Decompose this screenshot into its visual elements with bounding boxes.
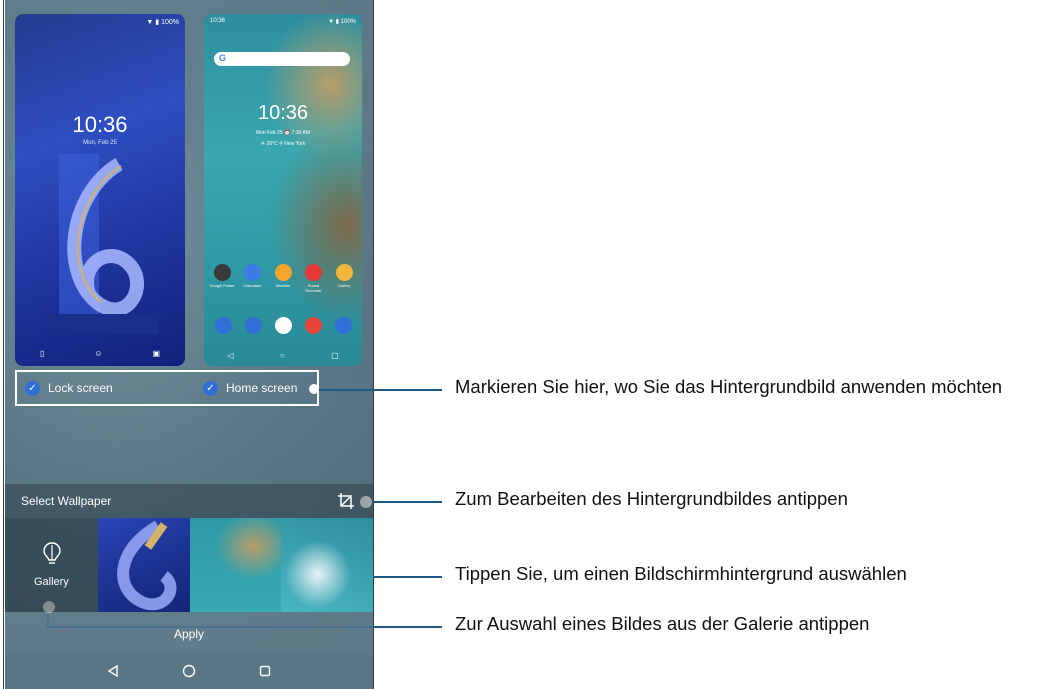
wallpaper-thumbnail[interactable]: [189, 518, 282, 612]
play-store-icon: [274, 317, 292, 334]
callout-edit-wallpaper: Zum Bearbeiten des Hintergrundbildes ant…: [455, 488, 848, 509]
lock-status-bar: ▼ ▮ 100%: [146, 19, 179, 26]
vibrate-icon: ▯: [39, 349, 45, 358]
select-wallpaper-title: Select Wallpaper: [21, 494, 112, 508]
app-weather: Weather: [269, 264, 297, 293]
gallery-label: Gallery: [33, 576, 69, 588]
app-label: Calculator: [243, 283, 262, 288]
app-label: Sound Recorder: [305, 283, 322, 293]
home-screen-label: Home screen: [226, 381, 298, 395]
navigation-bar: [5, 652, 373, 689]
wallpaper-thumbnails: Gallery: [5, 518, 373, 612]
google-search-bar: G: [214, 52, 350, 66]
messages-icon: [244, 317, 262, 334]
camera-icon: [334, 317, 352, 334]
recents-button[interactable]: [258, 664, 272, 678]
callout-line-2: [366, 501, 442, 503]
callout-gallery: Zur Auswahl eines Bildes aus der Galerie…: [455, 613, 870, 634]
gallery-icon: [335, 264, 353, 281]
home-dock: [208, 317, 358, 334]
home-status-time: 10:36: [210, 18, 226, 24]
phone-icon: [214, 317, 232, 334]
lock-screen-preview[interactable]: ▼ ▮ 100% 10:36 Mon, Feb 25 ▯ ☺ ▣: [15, 14, 185, 366]
app-sound-recorder: Sound Recorder: [300, 264, 328, 293]
app-google-folder: Google Folder: [208, 264, 236, 293]
apply-label: Apply: [173, 627, 205, 641]
lock-bottom-bar: ▯ ☺ ▣: [15, 349, 185, 358]
recents-icon: [259, 665, 271, 676]
chrome-icon: [304, 317, 322, 334]
wallpaper-thumbnail[interactable]: [281, 518, 373, 612]
microphone-icon: [305, 264, 322, 281]
app-label: Weather: [275, 283, 291, 288]
home-screen-checkbox[interactable]: ✓ Home screen: [203, 380, 298, 396]
home-screen-preview[interactable]: 10:36 ▼ ▮ 100% G 10:36 Mon Feb 25 ⏰ 7:30…: [204, 14, 362, 366]
apply-target-selector: ✓ Lock screen ✓ Home screen: [15, 370, 319, 406]
gallery-button[interactable]: Gallery: [5, 518, 98, 612]
recents-icon: ▢: [331, 351, 339, 360]
home-date: Mon Feb 25 ⏰ 7:30 AM: [255, 130, 311, 136]
google-logo-icon: G: [219, 53, 227, 63]
app-label: Gallery: [337, 283, 351, 288]
select-wallpaper-bar: Select Wallpaper: [5, 484, 373, 518]
camera-icon: ▣: [152, 349, 161, 358]
app-gallery: Gallery: [330, 264, 358, 293]
home-icon: [182, 664, 196, 677]
home-icon: ○: [279, 351, 285, 360]
checkmark-icon: ✓: [25, 380, 40, 396]
lock-screen-label: Lock screen: [48, 381, 113, 395]
thumbnail-image: [116, 520, 177, 611]
crop-icon[interactable]: [337, 492, 355, 510]
bulb-icon: [43, 542, 61, 564]
callout-apply-target: Markieren Sie hier, wo Sie das Hintergru…: [455, 376, 1003, 397]
home-status-icons: ▼ ▮ 100%: [328, 19, 356, 25]
lock-screen-checkbox[interactable]: ✓ Lock screen: [25, 380, 113, 396]
wallpaper-sculpture-image: [49, 154, 159, 334]
apply-button[interactable]: Apply: [5, 612, 373, 652]
calculator-icon: [244, 264, 261, 281]
callout-choose-wallpaper: Tippen Sie, um einen Bildschirmhintergru…: [455, 563, 907, 584]
folder-icon: [213, 264, 231, 281]
wallpaper-thumbnail[interactable]: [97, 518, 190, 612]
face-unlock-icon: ☺: [94, 349, 103, 358]
home-button[interactable]: [182, 664, 196, 678]
back-button[interactable]: [106, 664, 120, 678]
home-status-bar: 10:36 ▼ ▮ 100%: [210, 18, 356, 25]
phone-screen: ▼ ▮ 100% 10:36 Mon, Feb 25 ▯ ☺ ▣ 10:36 ▼…: [5, 0, 373, 689]
weather-icon: [274, 264, 292, 281]
checkmark-icon: ✓: [203, 380, 218, 396]
home-preview-nav: ◁ ○ ▢: [204, 351, 362, 360]
home-weather: ☀ 26°C ⚲ New York: [260, 141, 306, 147]
lock-date: Mon, Feb 25: [83, 140, 117, 146]
lock-clock: 10:36: [72, 112, 128, 137]
callout-line-1: [314, 389, 442, 391]
app-calculator: Calculator: [239, 264, 267, 293]
home-app-row: Google Folder Calculator Weather Sound R…: [208, 264, 358, 293]
back-icon: [107, 664, 118, 677]
home-clock: 10:36: [257, 102, 309, 124]
app-label: Google Folder: [209, 283, 235, 288]
back-icon: ◁: [227, 351, 234, 360]
